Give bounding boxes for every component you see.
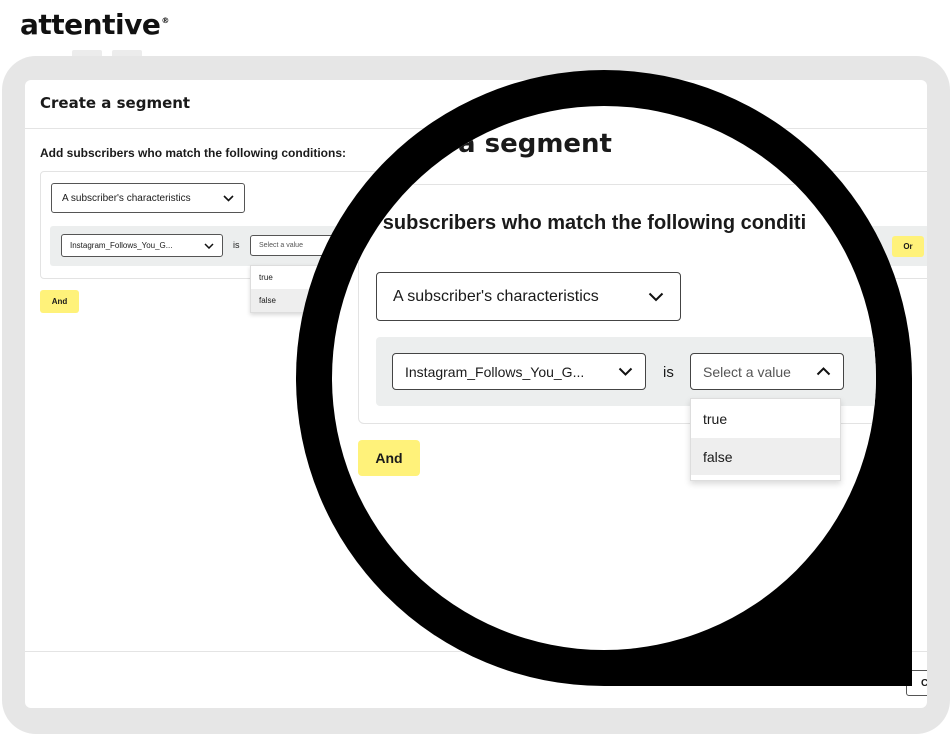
zoomed-value-dropdown: true false	[690, 398, 841, 481]
zoomed-option-false[interactable]: false	[691, 438, 840, 475]
zoomed-attribute-value: Instagram_Follows_You_G...	[405, 363, 585, 380]
chevron-down-icon	[618, 367, 633, 376]
zoomed-value-select[interactable]: Select a value	[690, 353, 844, 390]
or-button[interactable]: Or	[892, 236, 924, 257]
attribute-value: Instagram_Follows_You_G...	[70, 241, 173, 250]
logo-registered-mark: ®	[161, 16, 169, 25]
chevron-down-icon	[648, 292, 664, 302]
zoomed-condition-type-value: A subscriber's characteristics	[393, 287, 599, 305]
zoomed-condition-type-select[interactable]: A subscriber's characteristics	[376, 272, 681, 321]
magnifier-lens: a segment d subscribers who match the fo…	[296, 70, 912, 686]
chevron-down-icon	[223, 194, 234, 202]
value-select-placeholder: Select a value	[259, 242, 303, 249]
and-button[interactable]: And	[40, 290, 79, 313]
zoomed-attribute-select[interactable]: Instagram_Follows_You_G...	[392, 353, 646, 390]
chevron-down-icon	[204, 242, 214, 249]
chevron-up-icon	[816, 367, 831, 376]
zoomed-and-button[interactable]: And	[358, 440, 420, 476]
zoomed-option-true[interactable]: true	[691, 400, 840, 437]
zoomed-operator-label: is	[663, 364, 674, 381]
zoomed-value-placeholder: Select a value	[703, 363, 791, 380]
zoomed-modal-title: a segment	[458, 129, 612, 159]
modal-title: Create a segment	[40, 94, 191, 112]
conditions-heading: Add subscribers who match the following …	[40, 146, 347, 160]
attentive-logo: attentive®	[20, 8, 169, 41]
magnified-view: a segment d subscribers who match the fo…	[332, 106, 876, 650]
operator-label: is	[233, 240, 240, 250]
condition-type-value: A subscriber's characteristics	[62, 192, 191, 204]
condition-type-select[interactable]: A subscriber's characteristics	[51, 183, 245, 213]
zoomed-conditions-heading: d subscribers who match the following co…	[365, 212, 807, 234]
attribute-select[interactable]: Instagram_Follows_You_G...	[61, 234, 223, 257]
logo-text: attentive	[20, 8, 161, 41]
